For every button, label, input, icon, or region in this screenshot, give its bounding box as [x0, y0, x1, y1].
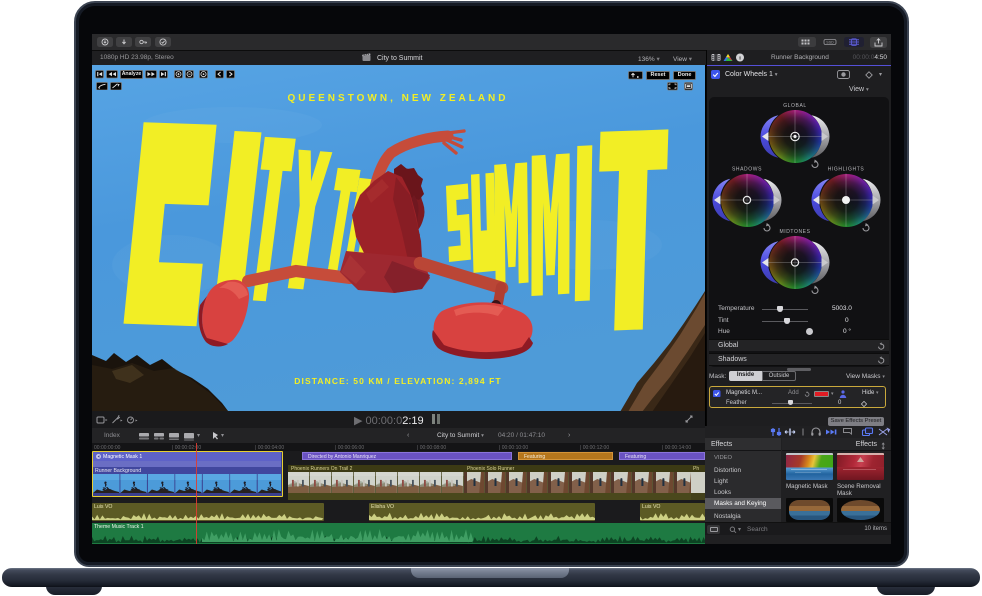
svg-text:SSD: SSD: [826, 41, 834, 45]
svg-text:QUEENSTOWN, NEW ZEALAND: QUEENSTOWN, NEW ZEALAND: [287, 93, 508, 104]
svg-text:DISTANCE: 50 KM / ELEVATION: 2: DISTANCE: 50 KM / ELEVATION: 2,894 FT: [294, 376, 501, 386]
